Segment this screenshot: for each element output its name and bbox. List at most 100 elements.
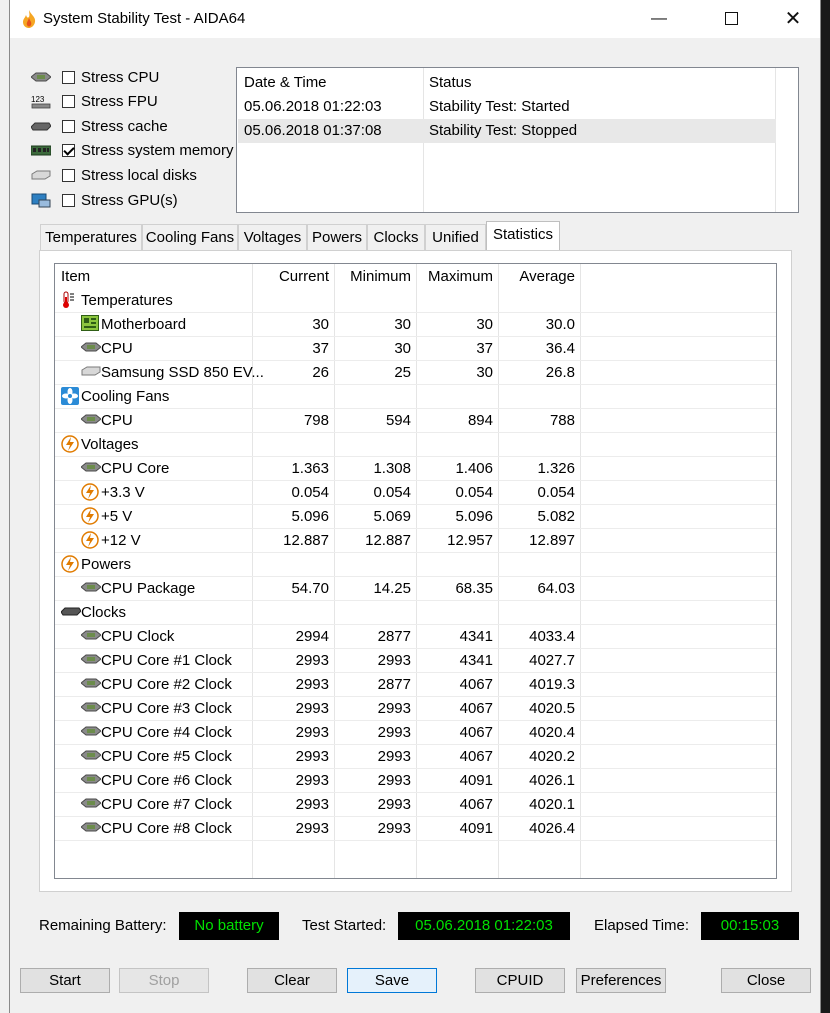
tab-unified[interactable]: Unified [425,224,486,250]
grid-group-row[interactable]: Temperatures [55,288,776,313]
grid-row[interactable]: CPU 798 594 894 788 [55,408,776,433]
grid-item-label: CPU Core #1 Clock [101,652,232,669]
stress-checkbox[interactable] [62,70,75,84]
header-minimum[interactable]: Minimum [336,268,411,285]
stress-option[interactable]: Stress local disks [30,164,197,186]
grid-value-max: 4091 [459,820,493,837]
header-average[interactable]: Average [500,268,575,285]
tab-statistics[interactable]: Statistics [486,221,560,251]
cpu-chip-icon [30,69,52,85]
cpuid-button[interactable]: CPUID [475,968,565,993]
grid-value-min: 2993 [377,652,411,669]
grid-value-min: 2993 [377,724,411,741]
grid-row[interactable]: +3.3 V 0.054 0.054 0.054 0.054 [55,480,776,505]
grid-item-label: CPU [101,340,133,357]
grid-row[interactable]: CPU Core 1.363 1.308 1.406 1.326 [55,456,776,481]
stress-option[interactable]: 123 Stress FPU [30,91,158,113]
header-item[interactable]: Item [61,268,90,285]
grid-group-row[interactable]: Powers [55,552,776,577]
grid-item-label: +5 V [101,508,133,525]
stress-option[interactable]: Stress system memory [30,140,234,162]
battery-value: No battery [179,912,279,940]
stress-checkbox[interactable] [62,193,75,207]
title-bar[interactable]: System Stability Test - AIDA64 — ✕ [10,0,820,38]
grid-value-current: 2993 [295,772,329,789]
log-header-status[interactable]: Status [429,74,472,91]
clear-button[interactable]: Clear [247,968,337,993]
statistics-grid[interactable]: Item Current Minimum Maximum Average Tem… [54,263,777,879]
stress-option-label: Stress cache [81,117,168,135]
log-row[interactable]: 05.06.2018 01:37:08 Stability Test: Stop… [238,119,776,143]
grid-value-avg: 5.082 [537,508,575,525]
fpu-123-icon: 123 [30,94,52,110]
tab-cooling-fans[interactable]: Cooling Fans [142,224,238,250]
grid-row[interactable]: CPU Clock 2994 2877 4341 4033.4 [55,624,776,649]
header-current[interactable]: Current [254,268,329,285]
tab-temperatures[interactable]: Temperatures [40,224,142,250]
grid-group-row[interactable]: Voltages [55,432,776,457]
grid-item-label: CPU Core #3 Clock [101,700,232,717]
close-window-button[interactable]: ✕ [770,0,816,38]
test-started-label: Test Started: [302,917,387,934]
test-log-list[interactable]: Date & Time Status 05.06.2018 01:22:03 S… [236,67,799,213]
stress-checkbox[interactable] [62,119,75,133]
stop-button[interactable]: Stop [119,968,209,993]
grid-group-row[interactable]: Cooling Fans [55,384,776,409]
grid-value-max: 0.054 [455,484,493,501]
clock-chip-icon [60,603,82,619]
tab-clocks[interactable]: Clocks [367,224,425,250]
stress-option[interactable]: Stress cache [30,115,168,137]
close-button[interactable]: Close [721,968,811,993]
grid-value-max: 37 [476,340,493,357]
cpu-chip-icon [80,339,102,355]
grid-row[interactable]: CPU Core #6 Clock 2993 2993 4091 4026.1 [55,768,776,793]
grid-item-label: CPU Core #8 Clock [101,820,232,837]
stress-checkbox[interactable] [62,168,75,182]
grid-value-avg: 4020.2 [529,748,575,765]
grid-row[interactable]: CPU Core #3 Clock 2993 2993 4067 4020.5 [55,696,776,721]
grid-value-min: 12.887 [365,532,411,549]
grid-row[interactable]: CPU Core #5 Clock 2993 2993 4067 4020.2 [55,744,776,769]
grid-value-current: 2993 [295,652,329,669]
grid-row[interactable]: CPU Core #4 Clock 2993 2993 4067 4020.4 [55,720,776,745]
stress-checkbox[interactable] [62,95,75,109]
grid-item-label: Temperatures [81,292,173,309]
grid-row[interactable]: Samsung SSD 850 EV... 26 25 30 26.8 [55,360,776,385]
grid-row[interactable]: CPU Core #1 Clock 2993 2993 4341 4027.7 [55,648,776,673]
log-header-datetime[interactable]: Date & Time [244,74,327,91]
grid-row[interactable]: +12 V 12.887 12.887 12.957 12.897 [55,528,776,553]
grid-value-current: 2993 [295,676,329,693]
minimize-button[interactable]: — [636,0,682,38]
grid-value-min: 0.054 [373,484,411,501]
grid-value-avg: 4020.5 [529,700,575,717]
grid-value-current: 2994 [295,628,329,645]
cpu-chip-icon [80,675,102,691]
preferences-button[interactable]: Preferences [576,968,666,993]
grid-row[interactable]: CPU Core #8 Clock 2993 2993 4091 4026.4 [55,816,776,841]
maximize-button[interactable] [708,0,754,38]
grid-row[interactable]: CPU Core #7 Clock 2993 2993 4067 4020.1 [55,792,776,817]
lightning-icon [61,435,79,456]
grid-row[interactable]: Motherboard 30 30 30 30.0 [55,312,776,337]
grid-row[interactable]: +5 V 5.096 5.069 5.096 5.082 [55,504,776,529]
start-button[interactable]: Start [20,968,110,993]
grid-value-current: 26 [312,364,329,381]
grid-value-max: 12.957 [447,532,493,549]
tab-powers[interactable]: Powers [307,224,367,250]
stress-option[interactable]: Stress GPU(s) [30,189,178,211]
grid-item-label: CPU Core #7 Clock [101,796,232,813]
grid-value-current: 0.054 [291,484,329,501]
stress-option-label: Stress GPU(s) [81,191,178,209]
save-button[interactable]: Save [347,968,437,993]
stress-checkbox[interactable] [62,144,75,158]
grid-group-row[interactable]: Clocks [55,600,776,625]
grid-row[interactable]: CPU Package 54.70 14.25 68.35 64.03 [55,576,776,601]
log-row[interactable]: 05.06.2018 01:22:03 Stability Test: Star… [238,95,776,119]
header-maximum[interactable]: Maximum [418,268,493,285]
stress-option[interactable]: Stress CPU [30,66,159,88]
grid-row[interactable]: CPU 37 30 37 36.4 [55,336,776,361]
disk-icon [81,363,101,379]
grid-value-max: 4091 [459,772,493,789]
tab-voltages[interactable]: Voltages [238,224,307,250]
grid-row[interactable]: CPU Core #2 Clock 2993 2877 4067 4019.3 [55,672,776,697]
